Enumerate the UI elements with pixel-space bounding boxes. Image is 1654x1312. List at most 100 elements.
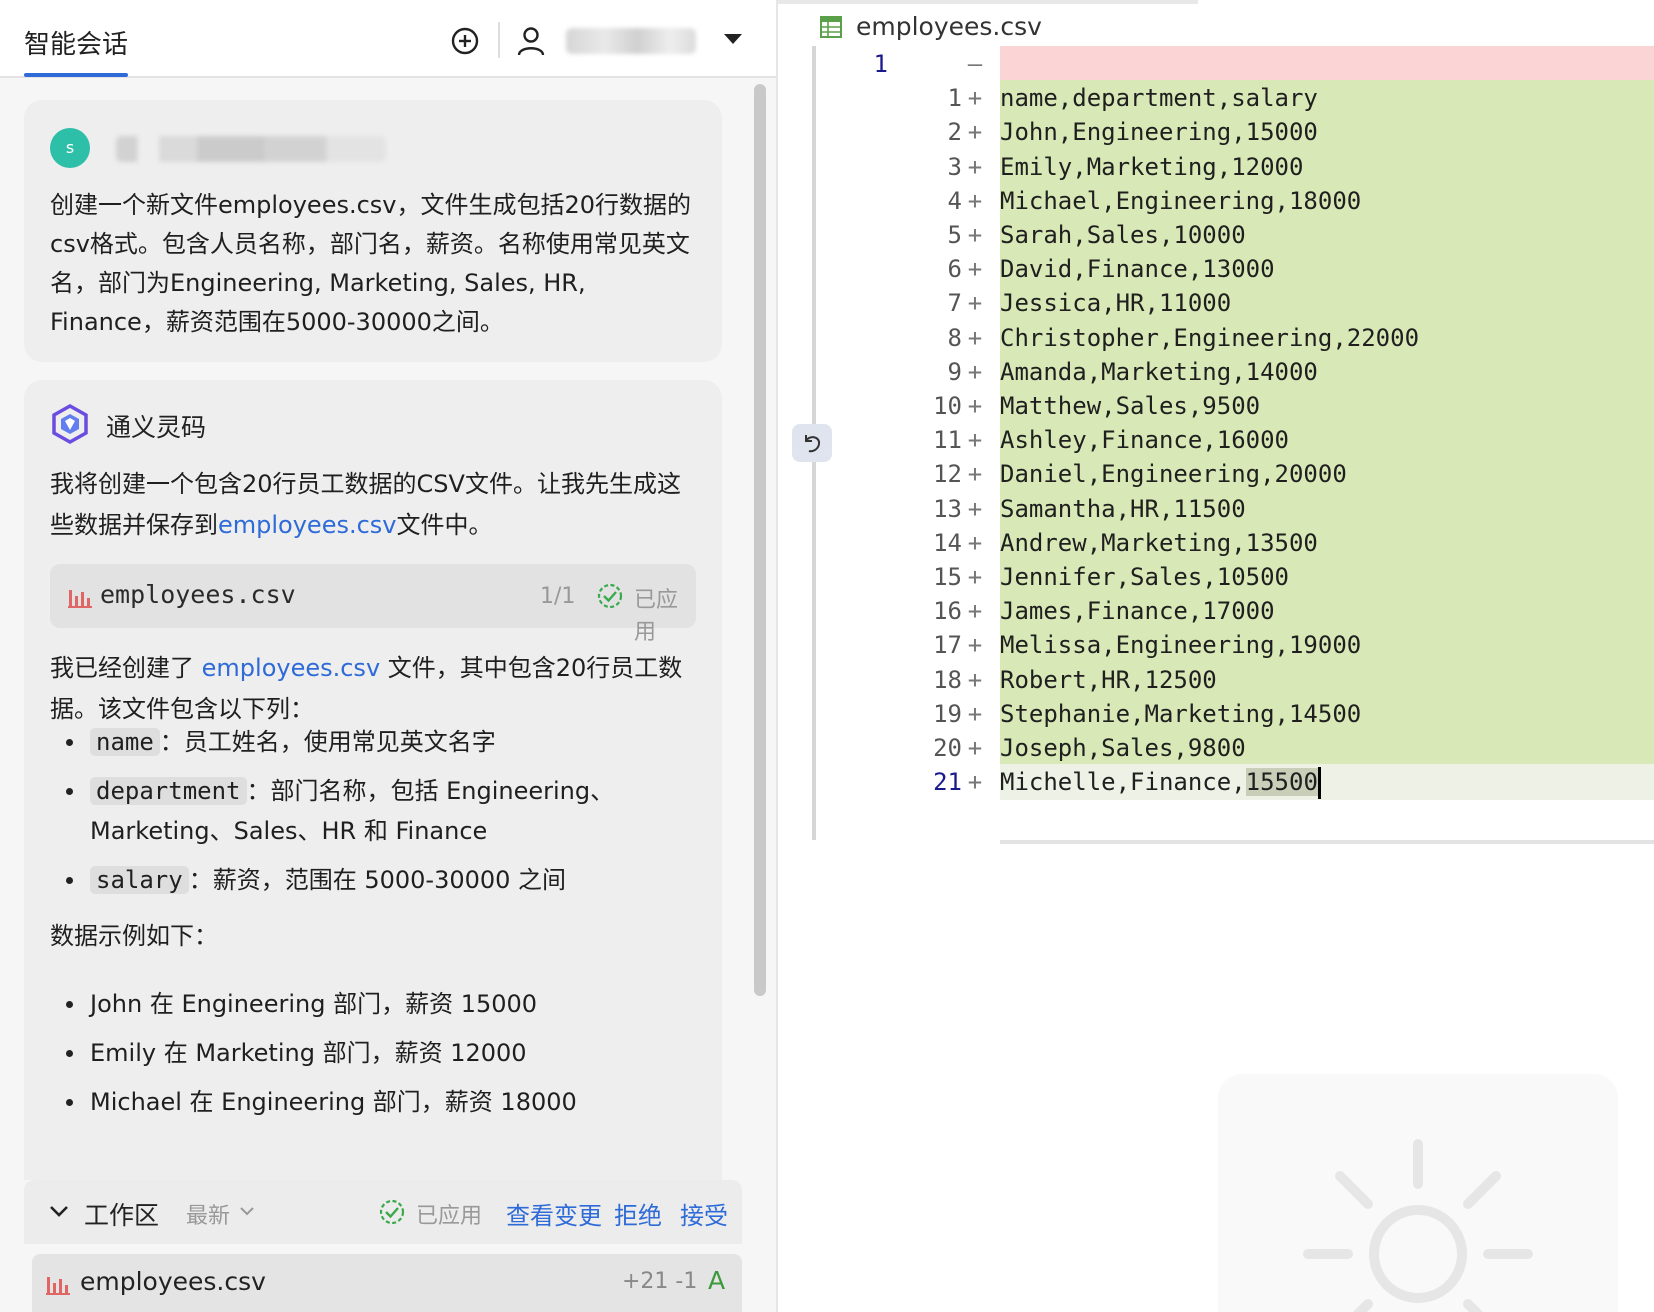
chevron-down-icon[interactable]: [48, 1200, 70, 1222]
added-line: 5 + Sarah,Sales,10000: [778, 217, 1654, 253]
line-number: 6: [947, 255, 962, 284]
code-line-text[interactable]: Andrew,Marketing,13500: [1000, 525, 1318, 561]
inline-code: department: [90, 777, 247, 805]
code-text: Michelle,Finance,: [1000, 768, 1246, 797]
paragraph-text: 文件中。: [396, 511, 493, 539]
assistant-paragraph: 我已经创建了 employees.csv 文件，其中包含20行员工数据。该文件包…: [50, 648, 700, 730]
addition-mark: +: [967, 597, 983, 626]
selected-text: 15500: [1245, 768, 1318, 797]
code-line-text[interactable]: Sarah,Sales,10000: [1000, 217, 1246, 253]
line-number: 1: [947, 84, 962, 113]
code-bottom-border: [1000, 840, 1654, 844]
active-tab-indicator: [24, 73, 128, 77]
code-line-text[interactable]: Amanda,Marketing,14000: [1000, 354, 1318, 390]
addition-mark: +: [967, 186, 983, 215]
list-item: salary ：薪资，范围在 5000-30000 之间: [50, 860, 700, 900]
code-line-text[interactable]: John,Engineering,15000: [1000, 114, 1318, 150]
code-line-text[interactable]: Jessica,HR,11000: [1000, 285, 1231, 321]
added-line: 1 + name,department,salary: [778, 80, 1654, 117]
file-name: employees.csv: [80, 1267, 266, 1296]
added-line: 20 + Joseph,Sales,9800: [778, 730, 1654, 766]
code-line-text[interactable]: Jennifer,Sales,10500: [1000, 559, 1289, 595]
list-item-text: ：员工姓名，使用常见英文名字: [159, 728, 496, 756]
line-number: 9: [947, 357, 962, 386]
chat-scrollbar[interactable]: [754, 84, 766, 996]
chat-panel: 智能会话 s 创建一个新文件employees.csv，文件生成包括20行数据的…: [0, 0, 776, 1312]
workspace-label[interactable]: 工作区: [84, 1196, 159, 1232]
tongyi-lingma-logo-icon: [52, 404, 88, 444]
chevron-down-icon[interactable]: [724, 34, 742, 44]
tab-smart-chat[interactable]: 智能会话: [24, 24, 128, 61]
user-icon[interactable]: [516, 25, 546, 57]
addition-mark: +: [967, 323, 983, 352]
code-line-text[interactable]: Michelle,Finance,15500: [1000, 764, 1321, 800]
sort-select[interactable]: 最新: [186, 1198, 230, 1230]
code-line-text[interactable]: Samantha,HR,11500: [1000, 491, 1246, 527]
change-count: 1/1: [540, 584, 576, 609]
code-line-text[interactable]: name,department,salary: [1000, 80, 1318, 116]
addition-mark: +: [967, 494, 983, 523]
added-line: 4 + Michael,Engineering,18000: [778, 182, 1654, 219]
added-line: 15 + Jennifer,Sales,10500: [778, 559, 1654, 595]
line-number: 10: [933, 392, 962, 420]
added-line: 10 + Matthew,Sales,9500: [778, 388, 1654, 424]
line-number: 21: [933, 768, 962, 797]
assistant-message-card: 通义灵码 我将创建一个包含20行员工数据的CSV文件。让我先生成这些数据并保存到…: [24, 380, 722, 1180]
addition-mark: +: [967, 768, 983, 797]
code-line-text[interactable]: Joseph,Sales,9800: [1000, 730, 1246, 766]
code-line-text[interactable]: James,Finance,17000: [1000, 593, 1275, 629]
added-line: 12 + Daniel,Engineering,20000: [778, 456, 1654, 493]
reject-button[interactable]: 拒绝: [614, 1196, 662, 1231]
spreadsheet-file-icon: [820, 16, 842, 38]
code-line-text[interactable]: Michael,Engineering,18000: [1000, 183, 1361, 219]
theme-toggle-widget[interactable]: [1218, 1074, 1618, 1312]
username-redacted: [116, 136, 386, 162]
code-line-text[interactable]: Robert,HR,12500: [1000, 662, 1217, 698]
added-line: 19 + Stephanie,Marketing,14500: [778, 695, 1654, 732]
assistant-paragraph: 我将创建一个包含20行员工数据的CSV文件。让我先生成这些数据并保存到emplo…: [50, 464, 700, 546]
inline-code: name: [90, 728, 160, 756]
line-number: 7: [947, 289, 962, 318]
chart-bar-icon: [68, 590, 92, 608]
file-link[interactable]: employees.csv: [202, 654, 381, 682]
line-number: 3: [947, 152, 962, 181]
addition-mark: +: [967, 563, 983, 591]
username-redacted[interactable]: [566, 28, 696, 54]
code-line-text[interactable]: David,Finance,13000: [1000, 251, 1275, 287]
assistant-name: 通义灵码: [106, 413, 207, 442]
added-line: 17 + Melissa,Engineering,19000: [778, 627, 1654, 664]
file-status-badge: A: [708, 1266, 726, 1295]
addition-mark: +: [967, 528, 983, 557]
code-line-text[interactable]: Stephanie,Marketing,14500: [1000, 696, 1361, 732]
diff-editor: employees.csv 1 — 1 + name,department,sala…: [778, 0, 1654, 1312]
workspace-file-row[interactable]: employees.csv +21 -1 A: [32, 1254, 742, 1312]
editor-file-name[interactable]: employees.csv: [856, 12, 1042, 41]
line-number: 4: [947, 186, 962, 215]
code-line-text[interactable]: Daniel,Engineering,20000: [1000, 456, 1347, 492]
added-line: 7 + Jessica,HR,11000: [778, 285, 1654, 322]
applied-status: 已应用: [416, 1204, 483, 1229]
line-number: 15: [933, 563, 962, 591]
applied-check-icon: [597, 583, 623, 609]
code-line-text[interactable]: Ashley,Finance,16000: [1000, 422, 1289, 458]
chat-header: 智能会话: [0, 0, 776, 78]
code-line-text[interactable]: Matthew,Sales,9500: [1000, 388, 1260, 424]
chevron-down-icon[interactable]: [238, 1202, 256, 1220]
code-line-text[interactable]: Christopher,Engineering,22000: [1000, 320, 1419, 356]
assistant-paragraph: 数据示例如下：: [50, 922, 218, 950]
file-change-chip[interactable]: employees.csv 1/1 已应用: [50, 564, 696, 645]
line-number: 19: [933, 699, 962, 728]
accept-button[interactable]: 接受: [680, 1196, 728, 1231]
code-line-text[interactable]: Emily,Marketing,12000: [1000, 149, 1303, 185]
new-chat-icon[interactable]: [450, 26, 480, 56]
addition-mark: +: [967, 289, 983, 318]
list-item: Emily 在 Marketing 部门，薪资 12000: [50, 1033, 700, 1073]
user-message-text: 创建一个新文件employees.csv，文件生成包括20行数据的csv格式。包…: [50, 191, 692, 336]
added-line: 14 + Andrew,Marketing,13500: [778, 524, 1654, 561]
added-line: 16 + James,Finance,17000: [778, 593, 1654, 630]
editor-top-border: [778, 0, 1198, 4]
code-line-text[interactable]: Melissa,Engineering,19000: [1000, 627, 1361, 663]
view-changes-button[interactable]: 查看变更: [506, 1196, 602, 1231]
file-link[interactable]: employees.csv: [218, 511, 397, 539]
line-number: 5: [947, 221, 962, 249]
